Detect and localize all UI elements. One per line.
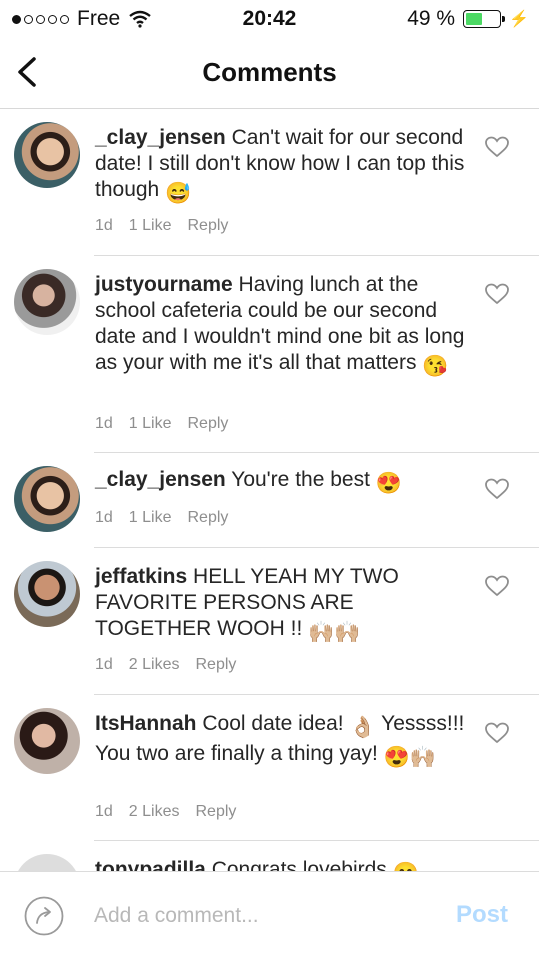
post-button[interactable]: Post <box>456 901 508 929</box>
battery-icon <box>463 10 506 28</box>
status-right: 49 % ⚡ <box>407 7 529 31</box>
comment-age: 1d <box>95 415 113 432</box>
add-comment-input[interactable] <box>94 898 414 934</box>
reply-button[interactable]: Reply <box>196 656 237 674</box>
comment-item: jeffatkins HELL YEAH MY TWO FAVORITE PER… <box>0 548 539 695</box>
heart-icon[interactable] <box>485 478 509 500</box>
avatar[interactable] <box>14 708 80 774</box>
comment-username[interactable]: _clay_jensen <box>95 126 226 149</box>
heart-icon[interactable] <box>485 575 509 597</box>
comment-username[interactable]: ItsHannah <box>95 712 197 735</box>
reply-button[interactable]: Reply <box>188 415 229 433</box>
comment-meta: 1d 1 Like Reply <box>95 509 228 527</box>
avatar[interactable] <box>14 854 80 871</box>
emoji: 👌🏼 <box>349 716 376 739</box>
comment-age: 1d <box>95 656 113 673</box>
heart-icon[interactable] <box>485 136 509 158</box>
comment-meta: 1d 1 Like Reply <box>95 217 228 235</box>
comment-item: tonypadilla Congrats lovebirds 😊 <box>0 841 539 871</box>
comment-meta: 1d 1 Like Reply <box>95 415 228 433</box>
reply-button[interactable]: Reply <box>188 217 229 235</box>
emoji: 😍 <box>375 472 402 495</box>
avatar[interactable] <box>14 561 80 627</box>
comment-body: ItsHannah Cool date idea! 👌🏼 Yessss!!! Y… <box>95 711 470 771</box>
comment-body: tonypadilla Congrats lovebirds 😊 <box>95 857 470 871</box>
like-count[interactable]: 1 Like <box>129 415 172 433</box>
comment-meta: 1d 2 Likes Reply <box>95 656 236 674</box>
comment-text: Cool date idea! <box>202 712 344 735</box>
emoji: 😘 <box>422 355 449 378</box>
status-bar: Free 20:42 49 % ⚡ <box>0 0 539 38</box>
avatar[interactable] <box>14 269 80 335</box>
emoji: 😍🙌🏼 <box>383 746 437 769</box>
like-count[interactable]: 2 Likes <box>129 803 180 821</box>
comment-item: ItsHannah Cool date idea! 👌🏼 Yessss!!! Y… <box>0 695 539 841</box>
navigation-bar: Comments <box>0 38 539 109</box>
comment-username[interactable]: jeffatkins <box>95 565 187 588</box>
reply-button[interactable]: Reply <box>196 803 237 821</box>
avatar[interactable] <box>14 122 80 188</box>
comment-item: justyourname Having lunch at the school … <box>0 256 539 453</box>
charging-bolt-icon: ⚡ <box>509 11 529 28</box>
comment-username[interactable]: tonypadilla <box>95 858 206 871</box>
emoji: 😊 <box>393 861 419 871</box>
battery-percentage: 49 % <box>407 7 456 30</box>
comment-body: _clay_jensen You're the best 😍 <box>95 467 470 497</box>
comment-meta: 1d 2 Likes Reply <box>95 803 236 821</box>
comment-body: _clay_jensen Can't wait for our second d… <box>95 125 470 207</box>
like-count[interactable]: 1 Like <box>129 509 172 527</box>
comment-item: _clay_jensen Can't wait for our second d… <box>0 109 539 256</box>
comment-body: justyourname Having lunch at the school … <box>95 272 470 380</box>
comment-text: Congrats lovebirds <box>211 858 387 871</box>
page-title: Comments <box>202 57 337 87</box>
avatar[interactable] <box>14 466 80 532</box>
share-arrow-icon[interactable] <box>24 896 64 936</box>
heart-icon[interactable] <box>485 722 509 744</box>
comment-text: You're the best <box>231 468 370 491</box>
emoji: 😅 <box>165 182 192 205</box>
comment-body: jeffatkins HELL YEAH MY TWO FAVORITE PER… <box>95 564 470 646</box>
reply-button[interactable]: Reply <box>188 509 229 527</box>
emoji: 🙌🏼🙌🏼 <box>308 621 361 644</box>
comments-list[interactable]: _clay_jensen Can't wait for our second d… <box>0 109 539 871</box>
comment-item: _clay_jensen You're the best 😍 1d 1 Like… <box>0 453 539 548</box>
comment-composer: Post <box>0 871 539 961</box>
heart-icon[interactable] <box>485 283 509 305</box>
comment-username[interactable]: justyourname <box>95 273 233 296</box>
like-count[interactable]: 2 Likes <box>129 656 180 674</box>
like-count[interactable]: 1 Like <box>129 217 172 235</box>
comment-age: 1d <box>95 803 113 820</box>
comment-age: 1d <box>95 509 113 526</box>
comment-age: 1d <box>95 217 113 234</box>
comment-username[interactable]: _clay_jensen <box>95 468 226 491</box>
